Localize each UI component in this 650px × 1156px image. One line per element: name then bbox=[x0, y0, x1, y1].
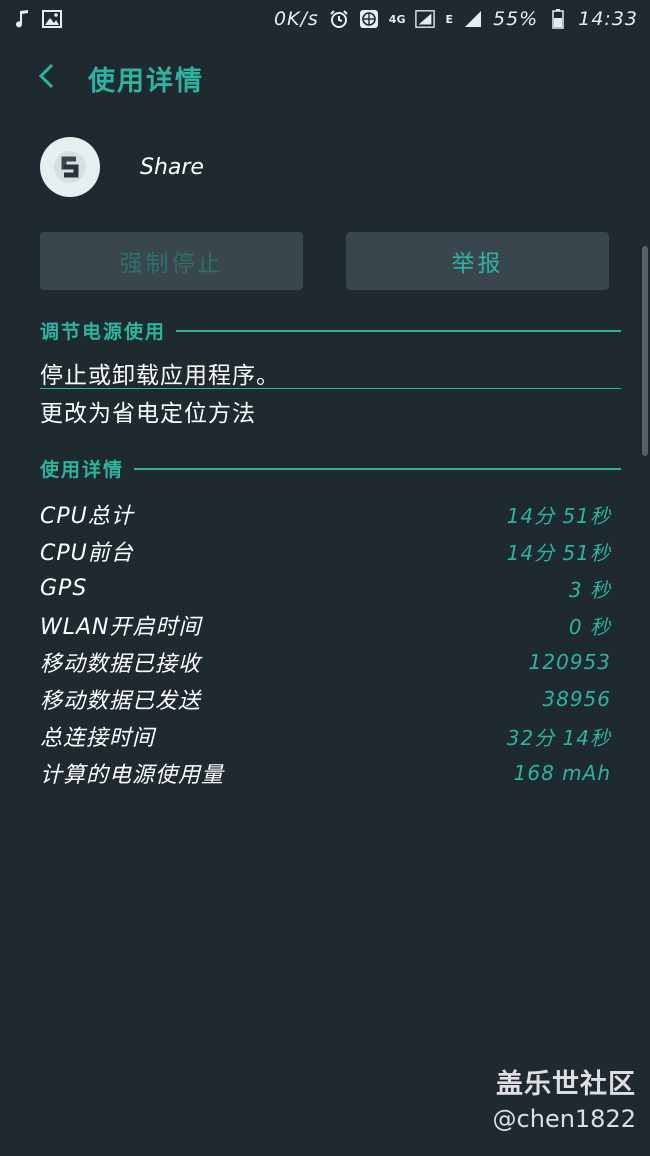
detail-row-gps: GPS 3 秒 bbox=[40, 570, 611, 606]
battery-icon bbox=[548, 9, 568, 29]
app-icon bbox=[40, 137, 100, 197]
detail-row-data-sent: 移动数据已发送 38956 bbox=[40, 681, 611, 717]
details-section-title: 使用详情 bbox=[40, 459, 125, 481]
section-divider-line bbox=[176, 329, 621, 332]
app-info: Share bbox=[40, 136, 204, 198]
detail-row-cpu-total: CPU总计 14分 51秒 bbox=[40, 496, 611, 532]
detail-value: 168 mAh bbox=[513, 761, 611, 785]
report-button[interactable]: 举报 bbox=[346, 232, 609, 290]
detail-value: 14分 51秒 bbox=[506, 540, 611, 565]
detail-value: 14分 51秒 bbox=[506, 503, 611, 528]
detail-row-cpu-foreground: CPU前台 14分 51秒 bbox=[40, 533, 611, 569]
signal-strength-icon bbox=[463, 9, 483, 29]
clock: 14:33 bbox=[578, 8, 638, 30]
detail-value: 3 秒 bbox=[568, 577, 611, 602]
alarm-icon bbox=[329, 9, 349, 29]
music-note-icon bbox=[12, 9, 32, 29]
network-type-2-label: E bbox=[445, 12, 453, 26]
network-type-label: 4G bbox=[388, 12, 406, 26]
image-icon bbox=[42, 9, 62, 29]
status-bar: 0K/s 4G E 55% 14:33 bbox=[0, 0, 650, 38]
header: 使用详情 bbox=[0, 50, 650, 106]
detail-row-data-received: 移动数据已接收 120953 bbox=[40, 644, 611, 680]
detail-label: 移动数据已发送 bbox=[40, 689, 202, 714]
watermark-brand: 盖乐世社区 bbox=[496, 1069, 636, 1100]
back-button[interactable] bbox=[26, 58, 66, 98]
scrollbar[interactable] bbox=[642, 246, 648, 456]
detail-label: 计算的电源使用量 bbox=[40, 763, 225, 788]
page-title: 使用详情 bbox=[88, 65, 204, 97]
power-section-header: 调节电源使用 bbox=[40, 317, 621, 344]
power-saving-location-option[interactable]: 更改为省电定位方法 bbox=[40, 394, 256, 428]
net-speed: 0K/s bbox=[273, 8, 319, 30]
detail-label: 总连接时间 bbox=[40, 726, 156, 751]
detail-value: 0 秒 bbox=[568, 614, 611, 639]
details-section-header: 使用详情 bbox=[40, 455, 621, 482]
detail-label: WLAN开启时间 bbox=[40, 615, 202, 640]
detail-label: GPS bbox=[40, 575, 88, 601]
detail-row-wlan: WLAN开启时间 0 秒 bbox=[40, 607, 611, 643]
detail-label: 移动数据已接收 bbox=[40, 652, 202, 677]
detail-row-connection-time: 总连接时间 32分 14秒 bbox=[40, 718, 611, 754]
section-divider-line bbox=[134, 467, 621, 470]
force-stop-button[interactable]: 强制停止 bbox=[40, 232, 303, 290]
watermark: 盖乐世社区 @chen1822 bbox=[493, 1062, 636, 1133]
list-divider bbox=[40, 388, 621, 389]
detail-row-power-usage: 计算的电源使用量 168 mAh bbox=[40, 755, 611, 791]
watermark-user: @chen1822 bbox=[492, 1105, 636, 1133]
chevron-left-icon bbox=[37, 63, 55, 93]
signal-icon bbox=[415, 9, 436, 29]
power-section-title: 调节电源使用 bbox=[40, 321, 167, 343]
detail-value: 38956 bbox=[542, 687, 611, 711]
globe-icon bbox=[359, 9, 379, 29]
detail-label: CPU前台 bbox=[40, 541, 134, 566]
detail-label: CPU总计 bbox=[40, 504, 134, 529]
app-name: Share bbox=[140, 154, 204, 180]
detail-value: 32分 14秒 bbox=[506, 725, 611, 750]
battery-percent: 55% bbox=[493, 8, 539, 30]
uninstall-app-option[interactable]: 停止或卸载应用程序。 bbox=[40, 356, 280, 390]
detail-value: 120953 bbox=[528, 650, 611, 674]
